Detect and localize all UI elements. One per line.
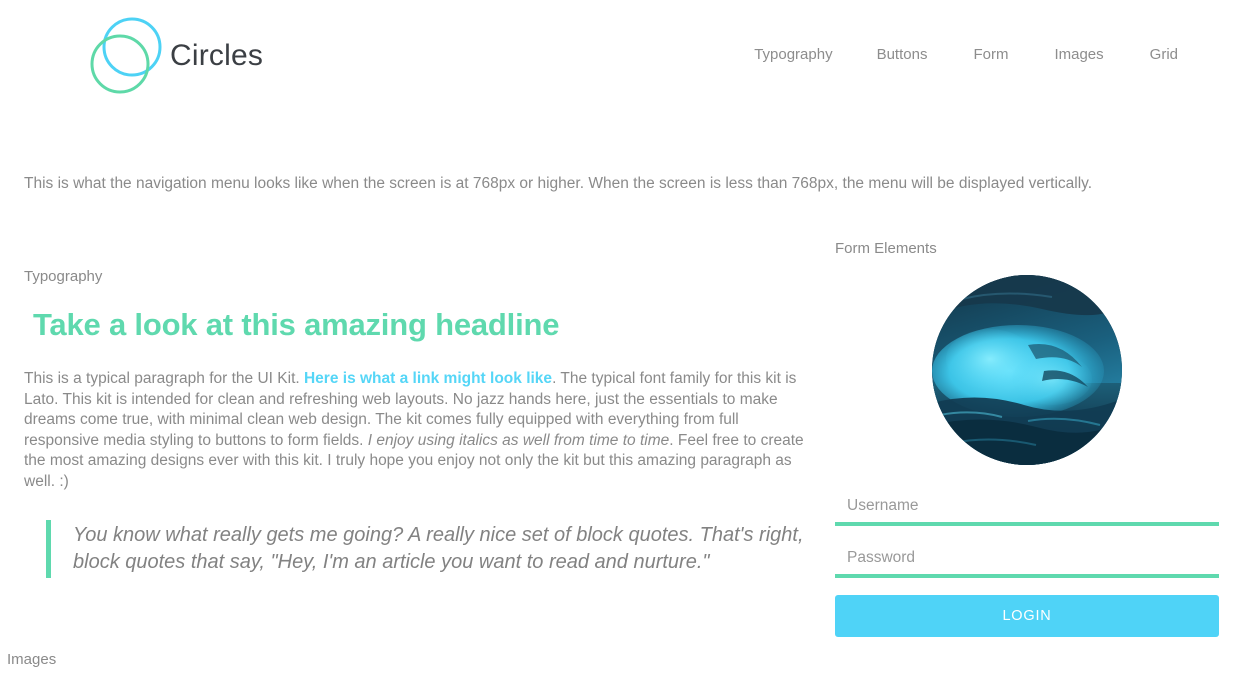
brand-name: Circles — [170, 39, 264, 72]
avatar-container — [835, 275, 1219, 465]
login-button[interactable]: LOGIN — [835, 595, 1219, 637]
blockquote: You know what really gets me going? A re… — [46, 520, 814, 578]
typography-section-label: Typography — [24, 268, 103, 285]
nav-item-form[interactable]: Form — [957, 46, 1024, 63]
images-section-label: Images — [7, 651, 57, 668]
nav-item-typography[interactable]: Typography — [738, 46, 846, 63]
username-input[interactable] — [835, 491, 1219, 526]
intro-paragraph: This is what the navigation menu looks l… — [24, 174, 1093, 192]
ocean-wave-avatar-image — [932, 275, 1122, 465]
typography-section: Typography Take a look at this amazing h… — [24, 268, 814, 578]
form-section-label: Form Elements — [835, 240, 937, 257]
brand-logo[interactable]: Circles — [90, 14, 263, 98]
password-field-wrapper — [835, 543, 1219, 578]
username-field-wrapper — [835, 491, 1219, 526]
nav-item-images[interactable]: Images — [1038, 46, 1119, 63]
main-navigation: Typography Buttons Form Images Grid — [738, 46, 1194, 63]
password-input[interactable] — [835, 543, 1219, 578]
inline-italic-text: I enjoy using italics as well from time … — [367, 431, 670, 449]
page-headline: Take a look at this amazing headline — [33, 307, 560, 342]
nav-item-grid[interactable]: Grid — [1134, 46, 1194, 63]
inline-link[interactable]: Here is what a link might look like — [304, 370, 552, 387]
form-section: Form Elements Username LOGIN — [835, 240, 1219, 637]
body-paragraph: This is a typical paragraph for the UI K… — [24, 369, 814, 492]
two-overlapping-circles-icon — [90, 14, 162, 98]
page-header: Circles Typography Buttons Form Images G… — [0, 0, 1242, 118]
paragraph-part-1: This is a typical paragraph for the UI K… — [24, 370, 304, 387]
nav-item-buttons[interactable]: Buttons — [861, 46, 944, 63]
